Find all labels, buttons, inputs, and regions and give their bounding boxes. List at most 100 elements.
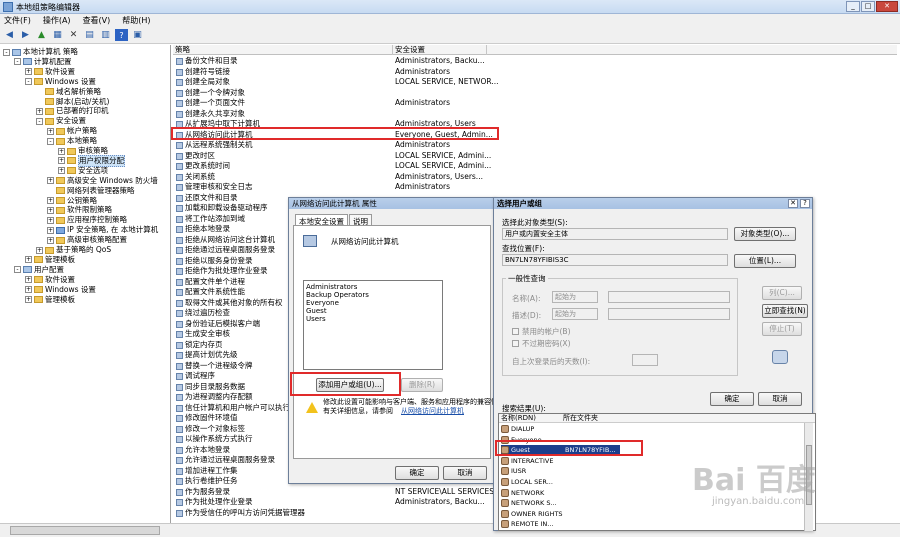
forward-icon[interactable]: ▶ (19, 29, 32, 41)
locations-button[interactable]: 位置(L)... (734, 254, 796, 268)
object-types-button[interactable]: 对象类型(O)... (734, 227, 796, 241)
tree-item[interactable]: + Windows 设置 (25, 285, 96, 295)
table-row[interactable]: 更改系统时间 LOCAL SERVICE, Admini... (173, 161, 897, 172)
expander-icon[interactable]: + (58, 147, 65, 155)
expander-icon[interactable]: - (14, 58, 21, 66)
name-input[interactable] (608, 291, 730, 303)
close-button[interactable]: ✕ (876, 1, 898, 12)
expander-icon[interactable]: + (47, 216, 54, 224)
member-item[interactable]: Everyone (306, 299, 440, 307)
tree-item[interactable]: 网络列表管理器策略 (47, 186, 135, 196)
no-expire-password-checkbox[interactable] (512, 340, 519, 347)
tree-item[interactable]: - 本地计算机 策略 (3, 47, 78, 57)
tree-item[interactable]: + 管理模板 (25, 255, 75, 265)
up-folder-icon[interactable]: ▲ (35, 29, 48, 41)
tree-item[interactable]: 域名解析策略 (36, 87, 101, 97)
expander-icon[interactable]: + (25, 286, 32, 294)
table-row[interactable]: 创建一个令牌对象 (173, 88, 897, 99)
members-listbox[interactable]: Administrators Backup Operators Everyone Gu… (303, 280, 443, 370)
table-row[interactable]: 管理审核和安全日志 Administrators (173, 182, 897, 193)
columns-button[interactable]: 列(C)... (762, 286, 802, 300)
table-row[interactable]: 创建永久共享对象 (173, 109, 897, 120)
tree-item[interactable]: - 用户配置 (14, 265, 64, 275)
member-item[interactable]: Users (306, 315, 440, 323)
properties-ok-button[interactable]: 确定 (395, 466, 439, 480)
description-starts-with-select[interactable]: 起始为 (552, 308, 598, 320)
menu-view[interactable]: 查看(V) (83, 15, 111, 26)
result-row[interactable]: NETWORK (501, 488, 565, 498)
column-policy[interactable]: 策略 (173, 45, 393, 55)
warning-link[interactable]: 从网络访问此计算机 (401, 406, 464, 416)
expander-icon[interactable]: + (47, 206, 54, 214)
table-row[interactable]: 从远程系统强制关机 Administrators (173, 140, 897, 151)
menu-action[interactable]: 操作(A) (43, 15, 71, 26)
expander-icon[interactable]: + (47, 197, 54, 204)
expander-icon[interactable]: + (47, 236, 54, 244)
expander-icon[interactable]: + (25, 296, 32, 303)
table-row[interactable]: 更改时区 LOCAL SERVICE, Admini... (173, 151, 897, 162)
tree-item[interactable]: + 用户权限分配 (58, 154, 125, 167)
result-row[interactable]: LOCAL SER... (501, 477, 565, 487)
expander-icon[interactable]: - (14, 266, 21, 274)
result-row[interactable]: REMOTE IN... (501, 519, 565, 529)
minimize-button[interactable]: _ (846, 1, 860, 12)
member-item[interactable]: Backup Operators (306, 291, 440, 299)
tree-item[interactable]: + 公钥策略 (47, 196, 97, 206)
member-item[interactable]: Administrators (306, 283, 440, 291)
remove-button[interactable]: 删除(R) (401, 378, 443, 392)
properties-cancel-button[interactable]: 取消 (443, 466, 487, 480)
find-now-button[interactable]: 立即查找(N) (762, 304, 808, 318)
stop-button[interactable]: 停止(T) (762, 322, 802, 336)
expander-icon[interactable]: - (36, 117, 43, 125)
tree-item[interactable]: + IP 安全策略, 在 本地计算机 (47, 225, 158, 235)
help-dialog-icon[interactable]: ? (800, 199, 810, 208)
console-icon[interactable]: ▣ (131, 29, 144, 41)
expander-icon[interactable]: - (47, 137, 54, 145)
disabled-accounts-checkbox[interactable] (512, 328, 519, 335)
tree-item[interactable]: + 管理模板 (25, 295, 75, 305)
result-row[interactable]: OWNER RIGHTS (501, 509, 565, 519)
table-row[interactable]: 创建一个页面文件 Administrators (173, 98, 897, 109)
table-row[interactable]: 关闭系统 Administrators, Users... (173, 172, 897, 183)
tree-item[interactable]: + 安全选项 (58, 166, 108, 176)
scroll-thumb[interactable] (10, 526, 160, 535)
back-icon[interactable]: ◀ (3, 29, 16, 41)
days-since-logon-select[interactable] (632, 354, 658, 366)
tree-item[interactable]: + 基于策略的 QoS (36, 245, 111, 255)
expander-icon[interactable]: + (47, 226, 54, 234)
expander-icon[interactable]: + (58, 167, 65, 175)
tree-item[interactable]: + 帐户策略 (47, 126, 97, 136)
maximize-button[interactable]: □ (861, 1, 875, 12)
table-row[interactable]: 创建符号链接 Administrators (173, 67, 897, 78)
show-hide-tree-icon[interactable]: ▦ (51, 29, 64, 41)
menu-file[interactable]: 文件(F) (4, 15, 31, 26)
expander-icon[interactable]: + (25, 276, 32, 284)
tree-item[interactable]: 脚本(启动/关机) (36, 97, 109, 107)
tree-item[interactable]: - 安全设置 (36, 116, 86, 126)
expander-icon[interactable]: + (36, 107, 43, 115)
tree-item[interactable]: - 计算机配置 (14, 57, 72, 67)
description-input[interactable] (608, 308, 730, 320)
expander-icon[interactable]: + (58, 157, 65, 165)
member-item[interactable]: Guest (306, 307, 440, 315)
result-row[interactable]: INTERACTIVE (501, 456, 565, 466)
tree-item[interactable]: + 高级审核策略配置 (47, 235, 127, 245)
select-ok-button[interactable]: 确定 (710, 392, 754, 406)
properties-icon[interactable]: ▤ (83, 29, 96, 41)
tree-item[interactable]: + 高级安全 Windows 防火墙 (47, 176, 158, 186)
tree-item[interactable]: + 应用程序控制策略 (47, 215, 127, 225)
menu-help[interactable]: 帮助(H) (122, 15, 150, 26)
name-starts-with-select[interactable]: 起始为 (552, 291, 598, 303)
table-row[interactable]: 创建全局对象 LOCAL SERVICE, NETWOR... (173, 77, 897, 88)
column-security-setting[interactable]: 安全设置 (393, 45, 487, 55)
tree-item[interactable]: + 软件设置 (25, 67, 75, 77)
dialog-close-icon[interactable]: ✕ (788, 199, 798, 208)
expander-icon[interactable]: + (25, 68, 32, 76)
expander-icon[interactable]: + (36, 246, 43, 254)
select-cancel-button[interactable]: 取消 (758, 392, 802, 406)
tree-item[interactable]: + 软件限制策略 (47, 205, 112, 215)
common-queries-tab[interactable]: 一般性查询 (506, 273, 548, 284)
tree-item[interactable]: + 软件设置 (25, 275, 75, 285)
expander-icon[interactable]: + (25, 256, 32, 264)
expander-icon[interactable]: + (47, 127, 54, 135)
